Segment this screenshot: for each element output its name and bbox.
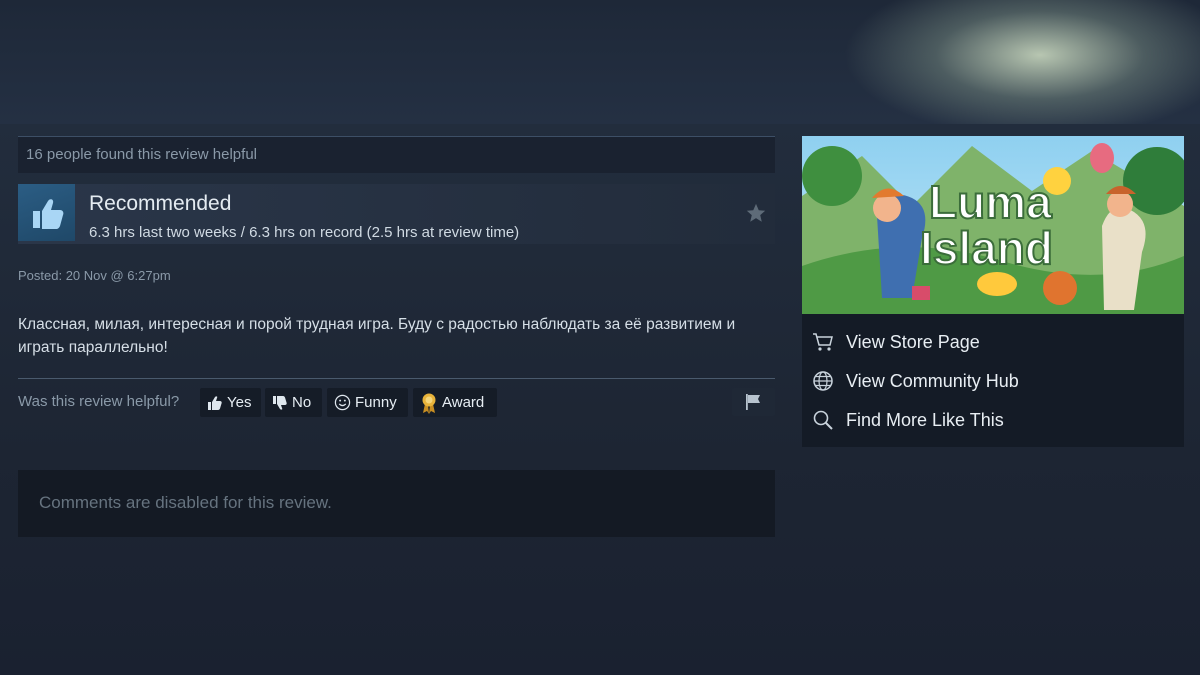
vote-funny-button[interactable]: Funny: [327, 388, 408, 417]
posted-date: Posted: 20 Nov @ 6:27pm: [18, 268, 171, 283]
globe-icon: [813, 371, 833, 391]
view-community-hub-label: View Community Hub: [846, 370, 1019, 391]
comments-disabled-text: Comments are disabled for this review.: [39, 493, 332, 512]
vote-no-label: No: [292, 394, 312, 411]
find-more-like-this-label: Find More Like This: [846, 409, 1004, 430]
capsule-title-line2: Island: [920, 222, 1053, 274]
review-body: Классная, милая, интересная и порой труд…: [18, 316, 736, 356]
game-capsule-image[interactable]: Luma Island: [802, 136, 1184, 314]
comments-disabled-box: Comments are disabled for this review.: [18, 470, 775, 537]
helpful-count-text: 16 people found this review helpful: [26, 146, 257, 163]
review-page: 16 people found this review helpful Reco…: [0, 124, 1200, 675]
smiley-icon: [334, 394, 351, 411]
thumbs-up-tile: [18, 184, 75, 241]
award-ribbon-icon: [422, 393, 436, 414]
divider: [18, 378, 775, 379]
vote-no-button[interactable]: No: [265, 388, 322, 417]
find-more-like-this-link[interactable]: Find More Like This: [812, 405, 1004, 435]
award-button[interactable]: Award: [413, 388, 497, 417]
award-label: Award: [442, 394, 485, 411]
playtime-hours: 6.3 hrs last two weeks / 6.3 hrs on reco…: [89, 224, 520, 241]
recommendation-title: Recommended: [89, 192, 232, 215]
vote-row: Was this review helpful? Yes No Funny Aw…: [18, 388, 775, 418]
helpful-question: Was this review helpful?: [18, 393, 180, 410]
vote-funny-label: Funny: [355, 394, 397, 411]
flag-icon: [745, 394, 760, 410]
vote-yes-button[interactable]: Yes: [200, 388, 261, 417]
vote-yes-label: Yes: [227, 394, 252, 411]
thumbs-up-icon: [32, 198, 63, 229]
recommendation-box: Recommended 6.3 hrs last two weeks / 6.3…: [18, 184, 775, 244]
star-icon[interactable]: [745, 202, 767, 229]
thumbs-up-icon: [208, 395, 222, 410]
search-icon: [813, 410, 833, 430]
view-community-hub-link[interactable]: View Community Hub: [812, 366, 1019, 396]
game-sidebar: Luma Island View Store Page View Communi…: [802, 136, 1184, 447]
cart-icon: [813, 333, 833, 351]
view-store-page-label: View Store Page: [846, 331, 980, 352]
helpful-count-bar: 16 people found this review helpful: [18, 136, 775, 173]
report-button[interactable]: [732, 388, 775, 416]
game-background-banner: [0, 0, 1200, 124]
thumbs-down-icon: [273, 395, 287, 410]
view-store-page-link[interactable]: View Store Page: [812, 327, 980, 357]
capsule-title-line1: Luma: [929, 176, 1052, 228]
